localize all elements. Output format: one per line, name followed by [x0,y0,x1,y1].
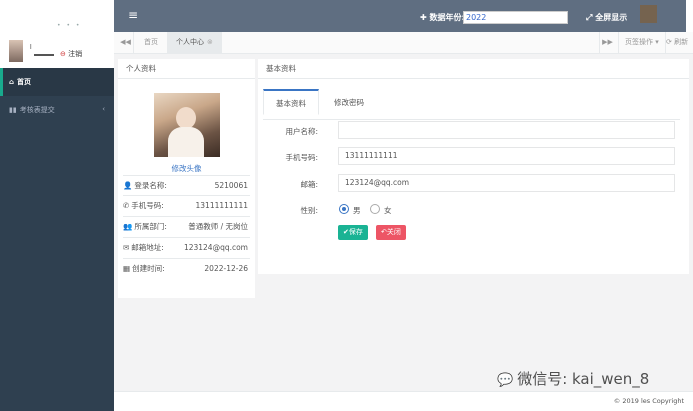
calendar-icon: ▦ [123,264,131,273]
info-value: 13111111111 [195,201,249,210]
watermark-text: 微信号: kai_wen_8 [517,370,650,388]
mail-icon: ✉ [123,243,130,252]
close-button[interactable]: ↶关闭 [376,225,406,240]
gender-male-radio[interactable] [339,204,349,214]
tab-divider [263,119,680,120]
content-area: 个人资料 修改头像 👤 登录名称: 5210061 ✆ 手机号码: 13111111… [114,54,693,391]
photo-face [176,107,196,129]
tab-change-password[interactable]: 修改密码 [322,90,376,116]
avatar[interactable] [9,40,23,62]
profile-photo [154,93,220,157]
year-label-text: 数据年份: [429,13,465,22]
basic-info-panel: 基本资料 基本资料 修改密码 用户名称: 手机号码: 13111111111 邮… [258,59,689,274]
info-value: 5210061 [214,181,248,190]
tab-label: 首页 [144,38,158,46]
info-row-email: ✉ 邮箱地址: 123124@qq.com [123,237,250,257]
refresh-icon: ⟳ [666,38,672,46]
top-navbar: ≡ ✚ 数据年份: 2022 ⤢ 全屏显示 [114,0,686,32]
tab-home[interactable]: 首页 [135,32,167,53]
close-label: 关闭 [386,228,401,236]
plus-icon: ✚ [420,13,427,22]
user-name-redacted [34,54,54,56]
save-button[interactable]: ✔保存 [338,225,368,240]
menu-icon[interactable]: ≡ [128,8,138,22]
refresh-button[interactable]: ⟳ 刷新 [666,32,688,53]
user-name: l [30,44,32,51]
profile-panel-title: 个人资料 [118,59,255,79]
sidebar-item-label: 考核表提交 [19,106,55,114]
sidebar-logo: • • • [0,0,114,36]
gender-male-label: 男 [353,206,361,215]
info-value: 2022-12-26 [204,264,248,273]
expand-icon: ⤢ [586,13,593,22]
info-value: 普通教师 / 无岗位 [188,222,248,231]
sidebar-item-assessment[interactable]: ▮▮ 考核表提交 ‹ [0,96,114,124]
gender-female-radio[interactable] [370,204,380,214]
sidebar-item-home[interactable]: ⌂ 首页 [0,68,114,96]
logo-dots: • • • [57,22,82,29]
info-label: 所属部门: [134,222,167,231]
info-row-phone: ✆ 手机号码: 13111111111 [123,195,250,215]
gender-label: 性别: [300,206,318,215]
tabs-bar: ◀◀ 首页 个人中心 ⊗ ▶▶ 页签操作 ▾ ⟳ 刷新 [114,32,693,54]
info-row-login: 👤 登录名称: 5210061 [123,175,250,195]
wechat-watermark: 💬 微信号: kai_wen_8 [497,368,649,389]
info-label: 邮箱地址: [131,243,164,252]
wechat-icon: 💬 [497,373,514,388]
home-icon: ⌂ [9,78,15,86]
refresh-label: 刷新 [674,38,689,46]
group-icon: 👥 [123,222,133,231]
info-value: 123124@qq.com [183,243,248,252]
top-avatar[interactable] [640,5,657,23]
sidebar-item-label: 首页 [17,78,32,86]
info-row-created: ▦ 创建时间: 2022-12-26 [123,258,250,278]
tab-ops-label: 页签操作 [625,38,653,46]
caret-down-icon: ▾ [655,38,659,46]
username-field[interactable] [338,121,675,139]
email-field[interactable]: 123124@qq.com [338,174,675,192]
save-label: 保存 [348,228,363,236]
year-label: ✚ 数据年份: [420,12,465,23]
sidebar-user: l ⊖ 注销 [0,36,114,68]
fullscreen-label: 全屏显示 [595,13,628,22]
info-label: 登录名称: [134,181,167,190]
logout-label: 注销 [68,50,83,58]
fullscreen-button[interactable]: ⤢ 全屏显示 [586,12,627,23]
tab-profile[interactable]: 个人中心 ⊗ [167,32,222,53]
logout-link[interactable]: ⊖ 注销 [60,49,82,59]
year-input[interactable]: 2022 [463,11,568,24]
photo-body [168,127,204,157]
tabs-scroll-left-icon[interactable]: ◀◀ [118,32,134,53]
change-avatar-link[interactable]: 修改头像 [118,163,255,174]
tab-basic-info[interactable]: 基本资料 [263,89,319,115]
tabs-scroll-right-icon[interactable]: ▶▶ [599,32,615,53]
logout-icon: ⊖ [60,50,66,58]
username-label: 用户名称: [285,127,318,136]
info-label: 创建时间: [132,264,165,273]
copyright-text: © 2019 les Copyright [613,397,684,405]
tab-close-icon[interactable]: ⊗ [207,38,213,46]
email-label: 邮箱: [300,180,318,189]
phone-label: 手机号码: [285,153,318,162]
phone-field[interactable]: 13111111111 [338,147,675,165]
tab-operations-dropdown[interactable]: 页签操作 ▾ [618,32,666,53]
user-icon: 👤 [123,181,133,190]
tab-label: 个人中心 [176,38,204,46]
chart-icon: ▮▮ [9,106,17,114]
profile-panel: 个人资料 修改头像 👤 登录名称: 5210061 ✆ 手机号码: 13111111… [118,59,255,298]
phone-icon: ✆ [123,201,130,210]
gender-female-label: 女 [384,206,392,215]
chevron-left-icon: ‹ [102,105,105,113]
sidebar: • • • l ⊖ 注销 ⌂ 首页 ▮▮ 考核表提交 ‹ [0,0,114,411]
info-row-department: 👥 所属部门: 普通教师 / 无岗位 [123,216,250,236]
info-label: 手机号码: [131,201,164,210]
basic-panel-title: 基本资料 [258,59,689,79]
footer: © 2019 les Copyright [114,391,693,411]
